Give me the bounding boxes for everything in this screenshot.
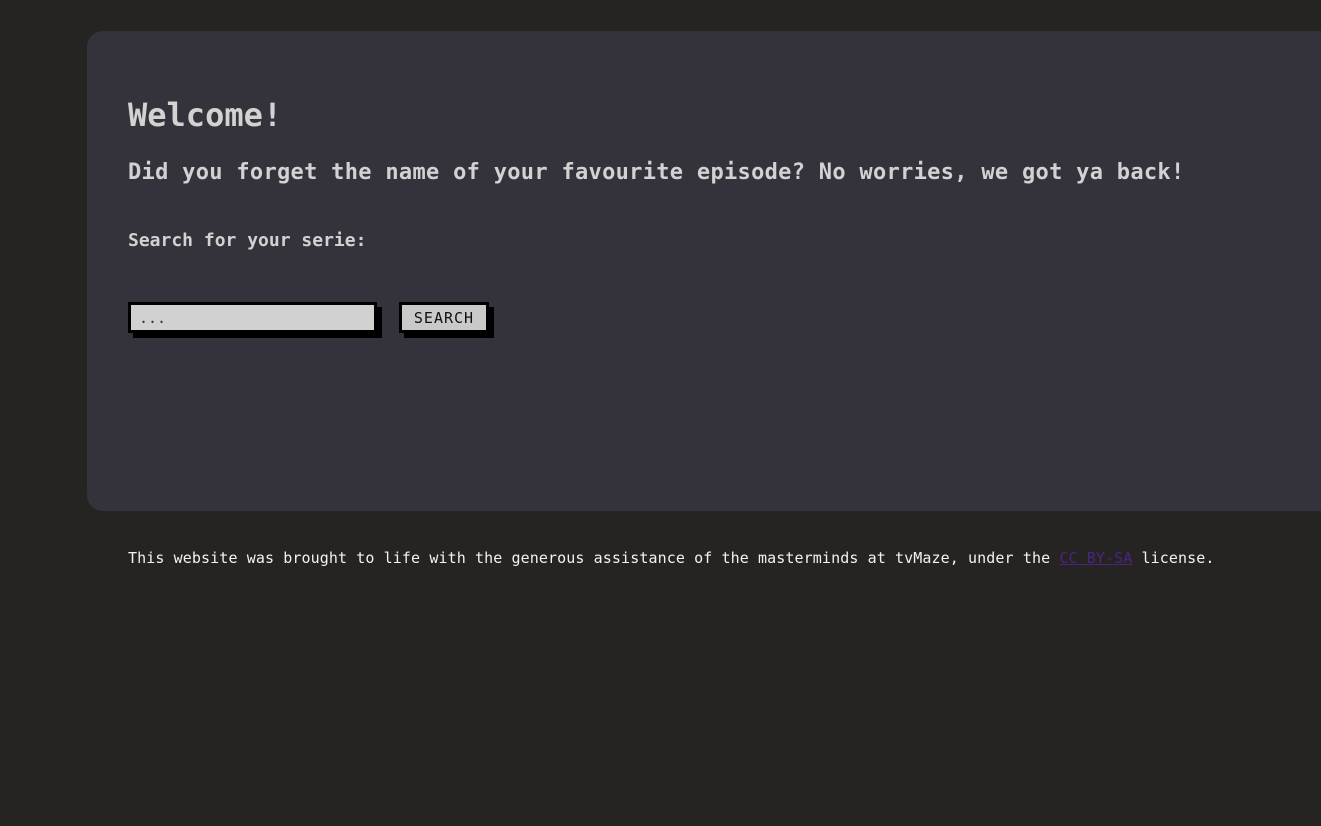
- footer-text-before: This website was brought to life with th…: [128, 549, 1060, 567]
- welcome-card: Welcome! Did you forget the name of your…: [87, 31, 1321, 511]
- footer-credits: This website was brought to life with th…: [128, 547, 1215, 569]
- tagline: Did you forget the name of your favourit…: [128, 160, 1185, 185]
- search-button[interactable]: SEARCH: [399, 302, 489, 333]
- license-link[interactable]: CC BY-SA: [1059, 549, 1132, 567]
- footer-text-after: license.: [1132, 549, 1215, 567]
- search-label: Search for your serie:: [128, 230, 367, 251]
- page-title: Welcome!: [128, 96, 283, 134]
- search-input[interactable]: [128, 302, 377, 333]
